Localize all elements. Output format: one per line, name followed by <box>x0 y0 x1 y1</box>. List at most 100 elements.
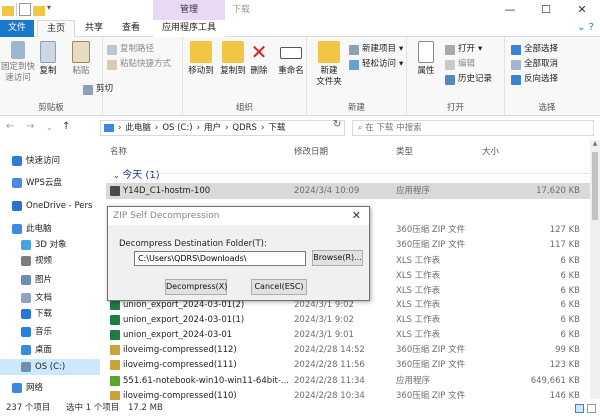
dialog-close-button[interactable]: ✕ <box>352 207 361 225</box>
file-type: XLS 工作表 <box>396 271 441 281</box>
folder-icon[interactable] <box>2 5 14 16</box>
vertical-scrollbar[interactable]: ▲ <box>590 140 600 399</box>
file-size: 17,620 KB <box>536 186 580 196</box>
clipboard-group: 固定到快 速访问 复制 粘贴 剪贴板 <box>0 37 103 116</box>
breadcrumb-user[interactable]: QDRS <box>232 121 257 135</box>
file-row[interactable]: iloveimg-compressed(112) 2024/2/28 14:52 3… <box>106 342 590 358</box>
tab-share[interactable]: 共享 <box>78 20 110 37</box>
destination-path-input[interactable] <box>134 251 306 266</box>
chevron-down-icon: ▾ <box>399 59 404 69</box>
column-header-date[interactable]: 修改日期 <box>294 145 328 157</box>
file-size: 6 KB <box>560 271 580 281</box>
nav-item-3d-objects[interactable]: 3D 对象 <box>21 237 67 253</box>
new-folder-icon[interactable] <box>33 5 45 16</box>
paste-button[interactable]: 粘贴 <box>65 41 97 77</box>
nav-item-documents[interactable]: 文档 <box>21 290 52 306</box>
file-row[interactable]: 551.61-notebook-win10-win11-64bit-... 202… <box>106 373 590 389</box>
breadcrumb-c[interactable]: OS (C:) <box>162 121 192 135</box>
maximize-button[interactable]: ☐ <box>528 0 564 20</box>
organize-group-label: 组织 <box>235 103 253 113</box>
star-icon <box>12 156 22 166</box>
breadcrumb-downloads[interactable]: 下载 <box>268 121 285 135</box>
file-row[interactable]: Y14D_C1-hostm-100 2024/3/4 10:09 应用程序 17,62… <box>106 183 590 199</box>
tab-home[interactable]: 主页 <box>37 20 75 38</box>
cancel-button[interactable]: Cancel(ESC) <box>251 279 307 295</box>
up-button[interactable]: ↑ <box>62 121 70 132</box>
manage-context-tab[interactable]: 管理 <box>153 0 225 20</box>
nav-item-downloads[interactable]: 下载 <box>21 306 52 322</box>
breadcrumb-users[interactable]: 用户 <box>204 121 221 135</box>
forward-button[interactable]: → <box>26 121 34 132</box>
properties-icon[interactable] <box>19 3 31 16</box>
scroll-up-icon[interactable]: ▲ <box>590 140 600 147</box>
address-box[interactable]: › 此电脑 › OS (C:) › 用户 › QDRS › 下载 <box>100 120 345 136</box>
details-view-icon[interactable] <box>575 404 584 413</box>
nav-item-this-pc[interactable]: 此电脑 <box>12 221 52 237</box>
tab-app-tools[interactable]: 应用程序工具 <box>153 20 225 37</box>
nav-label: 图片 <box>35 275 53 285</box>
nav-item-os-c[interactable]: OS (C:) <box>0 359 100 375</box>
nav-item-videos[interactable]: 视频 <box>21 253 52 269</box>
copy-path-button[interactable]: 复制路径 <box>107 43 154 56</box>
breadcrumb-pc[interactable]: 此电脑 <box>125 121 151 135</box>
nav-item-pictures[interactable]: 图片 <box>21 272 52 288</box>
column-header-type[interactable]: 类型 <box>396 145 413 157</box>
new-item-icon <box>349 44 359 55</box>
column-header-name[interactable]: 名称 <box>110 145 127 157</box>
scrollbar-thumb[interactable] <box>592 152 598 220</box>
back-button[interactable]: ← <box>6 121 14 132</box>
nav-label: OS (C:) <box>35 362 66 372</box>
file-size: 123 KB <box>549 360 580 370</box>
history-button[interactable]: 历史记录 <box>445 73 492 86</box>
new-item-button[interactable]: 新建项目 ▾ <box>349 43 403 56</box>
rename-button[interactable]: 重命名 <box>273 41 309 77</box>
nav-item-music[interactable]: 音乐 <box>21 324 52 340</box>
properties-button[interactable]: 属性 <box>411 41 441 77</box>
browse-button[interactable]: Browse(R)... <box>312 250 363 266</box>
copy-button[interactable]: 复制 <box>34 41 62 77</box>
customize-dropdown-icon[interactable]: ▾ <box>47 3 55 16</box>
easy-access-button[interactable]: 轻松访问 ▾ <box>349 58 403 71</box>
decompress-button[interactable]: Decompress(X) <box>165 279 227 295</box>
new-folder-button[interactable]: 新建 文件夹 <box>311 41 347 88</box>
nav-item-quick-access[interactable]: 快速访问 <box>12 153 60 169</box>
help-icon[interactable]: ⌄ ? <box>577 22 594 33</box>
tab-view[interactable]: 查看 <box>114 20 148 37</box>
column-header-size[interactable]: 大小 <box>482 145 499 157</box>
invert-selection-button[interactable]: 反向选择 <box>511 73 558 86</box>
delete-button[interactable]: ✕ 删除 <box>245 41 273 77</box>
select-none-button[interactable]: 全部取消 <box>511 58 558 71</box>
nav-item-onedrive[interactable]: OneDrive - Pers <box>12 198 92 214</box>
breadcrumb-sep: › <box>260 123 265 133</box>
search-input[interactable]: ⌕ 在 下载 中搜索 <box>352 120 594 136</box>
close-button[interactable]: ✕ <box>564 0 600 20</box>
open-button[interactable]: 打开 ▾ <box>445 43 482 56</box>
file-row[interactable]: union_export_2024-03-01 2024/3/1 9:01 XLS … <box>106 327 590 343</box>
move-to-icon <box>190 41 212 63</box>
file-date: 2024/3/4 10:09 <box>294 186 360 196</box>
file-row[interactable]: union_export_2024-03-01(1) 2024/3/1 9:02 X… <box>106 312 590 328</box>
file-row[interactable]: iloveimg-compressed(111) 2024/2/28 11:56 3… <box>106 357 590 373</box>
recent-dropdown-icon[interactable]: ⌄ <box>46 123 53 132</box>
file-name: 551.61-notebook-win10-win11-64bit-... <box>123 376 289 386</box>
refresh-icon[interactable]: ↻ <box>333 119 341 130</box>
select-all-button[interactable]: 全部选择 <box>511 43 558 56</box>
nav-label: 此电脑 <box>26 224 52 234</box>
edit-button[interactable]: 编辑 <box>445 58 475 71</box>
paste-shortcut-button[interactable]: 粘贴快捷方式 <box>107 58 171 71</box>
chevron-down-icon: ▾ <box>478 44 483 54</box>
large-icons-view-icon[interactable] <box>587 404 596 413</box>
window-title: 下载 <box>232 5 251 15</box>
minimize-button[interactable]: — <box>492 0 528 20</box>
nav-item-wps-cloud[interactable]: WPS云盘 <box>12 175 62 191</box>
cut-button[interactable]: 剪切 <box>83 83 113 96</box>
pin-quick-access-button[interactable]: 固定到快 速访问 <box>0 41 36 84</box>
nav-label: OneDrive - Pers <box>26 201 93 211</box>
nav-item-desktop[interactable]: 桌面 <box>21 342 52 358</box>
copy-icon <box>40 41 56 63</box>
nav-item-network[interactable]: 网络 <box>12 380 43 396</box>
move-to-button[interactable]: 移动到 <box>183 41 219 77</box>
tab-file[interactable]: 文件 <box>0 20 34 37</box>
history-label: 历史记录 <box>458 74 493 84</box>
file-name: union_export_2024-03-01 <box>123 330 233 340</box>
